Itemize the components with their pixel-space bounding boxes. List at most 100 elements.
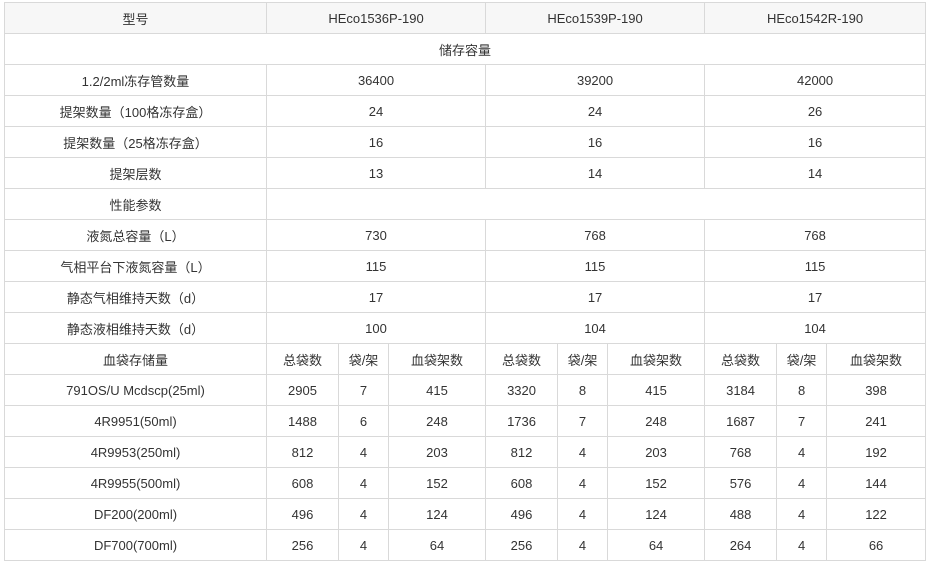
row-label: 提架数量（100格冻存盒） [4, 95, 267, 127]
table-row: DF200(200ml) 496 4 124 496 4 124 488 4 1… [4, 498, 927, 530]
model-label: 型号 [4, 2, 267, 34]
subheader: 总袋数 [266, 343, 339, 375]
row-label: 血袋存储量 [4, 343, 267, 375]
cell-value: 4 [776, 436, 828, 468]
row-label: DF200(200ml) [4, 498, 267, 530]
cell-value: 4 [338, 467, 389, 499]
cell-value: 248 [387, 405, 487, 437]
table-row: 4R9955(500ml) 608 4 152 608 4 152 576 4 … [4, 467, 927, 499]
cell-value: 4 [338, 529, 389, 561]
cell-value: 16 [485, 126, 706, 158]
cell-value: 17 [265, 281, 487, 313]
cell-value: 256 [266, 529, 339, 561]
bag-header-row: 血袋存储量 总袋数 袋/架 血袋架数 总袋数 袋/架 血袋架数 总袋数 袋/架 … [4, 343, 927, 375]
table-row: 静态气相维持天数（d） 17 17 17 [4, 281, 927, 313]
subheader: 总袋数 [704, 343, 778, 375]
cell-value: 144 [826, 467, 927, 499]
cell-value: 16 [704, 126, 927, 158]
cell-value: 8 [557, 374, 609, 406]
cell-value: 14 [485, 157, 706, 189]
model-name: HEco1539P-190 [485, 2, 706, 34]
cell-value: 3320 [485, 374, 559, 406]
cell-value: 122 [826, 498, 927, 530]
cell-value: 124 [607, 498, 706, 530]
cell-value: 4 [338, 436, 389, 468]
row-label: DF700(700ml) [4, 529, 267, 561]
cell-value: 115 [485, 250, 706, 282]
cell-value: 24 [485, 95, 706, 127]
cell-value: 812 [485, 436, 559, 468]
cell-value: 64 [387, 529, 487, 561]
cell-value: 730 [265, 219, 487, 251]
table-row: 4R9953(250ml) 812 4 203 812 4 203 768 4 … [4, 436, 927, 468]
cell-value: 203 [607, 436, 706, 468]
cell-value: 1488 [266, 405, 339, 437]
row-label: 液氮总容量（L） [4, 219, 267, 251]
table-row: 提架数量（100格冻存盒） 24 24 26 [4, 95, 927, 127]
model-name: HEco1542R-190 [704, 2, 927, 34]
cell-value: 496 [266, 498, 339, 530]
cell-value: 8 [776, 374, 828, 406]
cell-value: 415 [387, 374, 487, 406]
cell-value: 124 [387, 498, 487, 530]
cell-value: 14 [704, 157, 927, 189]
row-label: 气相平台下液氮容量（L） [4, 250, 267, 282]
cell-value: 4 [557, 467, 609, 499]
cell-value: 24 [265, 95, 487, 127]
cell-value: 608 [485, 467, 559, 499]
header-row: 型号 HEco1536P-190 HEco1539P-190 HEco1542R… [4, 2, 927, 34]
subheader: 袋/架 [557, 343, 609, 375]
cell-value: 241 [826, 405, 927, 437]
cell-value: 4 [557, 529, 609, 561]
cell-value: 256 [485, 529, 559, 561]
subheader: 袋/架 [776, 343, 828, 375]
row-label: 4R9955(500ml) [4, 467, 267, 499]
cell-value: 152 [607, 467, 706, 499]
model-name: HEco1536P-190 [265, 2, 487, 34]
table-row: 提架层数 13 14 14 [4, 157, 927, 189]
cell-value: 768 [704, 219, 927, 251]
cell-value: 264 [704, 529, 778, 561]
cell-value: 39200 [485, 64, 706, 96]
subheader: 袋/架 [338, 343, 389, 375]
cell-value: 16 [265, 126, 487, 158]
table-row: DF700(700ml) 256 4 64 256 4 64 264 4 66 [4, 529, 927, 561]
cell-value: 6 [338, 405, 389, 437]
cell-value: 100 [265, 312, 487, 344]
cell-value: 7 [338, 374, 389, 406]
cell-value: 4 [776, 498, 828, 530]
cell-value: 115 [704, 250, 927, 282]
cell-value: 4 [557, 436, 609, 468]
cell-value: 3184 [704, 374, 778, 406]
section-row-storage: 储存容量 [3, 33, 927, 65]
cell-value: 115 [265, 250, 487, 282]
cell-value: 812 [266, 436, 339, 468]
cell-value: 2905 [266, 374, 339, 406]
cell-value: 203 [387, 436, 487, 468]
cell-value: 768 [704, 436, 778, 468]
table-row: 提架数量（25格冻存盒） 16 16 16 [4, 126, 927, 158]
cell-value: 42000 [704, 64, 927, 96]
cell-value: 104 [485, 312, 706, 344]
section-title: 性能参数 [4, 188, 267, 220]
table-row: 1.2/2ml冻存管数量 36400 39200 42000 [4, 64, 927, 96]
subheader: 血袋架数 [607, 343, 706, 375]
row-label: 提架层数 [4, 157, 267, 189]
cell-value: 4 [776, 529, 828, 561]
empty-cell [265, 188, 927, 220]
cell-value: 17 [704, 281, 927, 313]
cell-value: 4 [338, 498, 389, 530]
subheader: 总袋数 [485, 343, 559, 375]
cell-value: 398 [826, 374, 927, 406]
table-row: 液氮总容量（L） 730 768 768 [4, 219, 927, 251]
cell-value: 576 [704, 467, 778, 499]
cell-value: 1687 [704, 405, 778, 437]
row-label: 静态液相维持天数（d） [4, 312, 267, 344]
cell-value: 36400 [265, 64, 487, 96]
cell-value: 4 [776, 467, 828, 499]
row-label: 4R9953(250ml) [4, 436, 267, 468]
section-row-performance: 性能参数 [4, 188, 927, 220]
row-label: 1.2/2ml冻存管数量 [4, 64, 267, 96]
cell-value: 415 [607, 374, 706, 406]
cell-value: 26 [704, 95, 927, 127]
